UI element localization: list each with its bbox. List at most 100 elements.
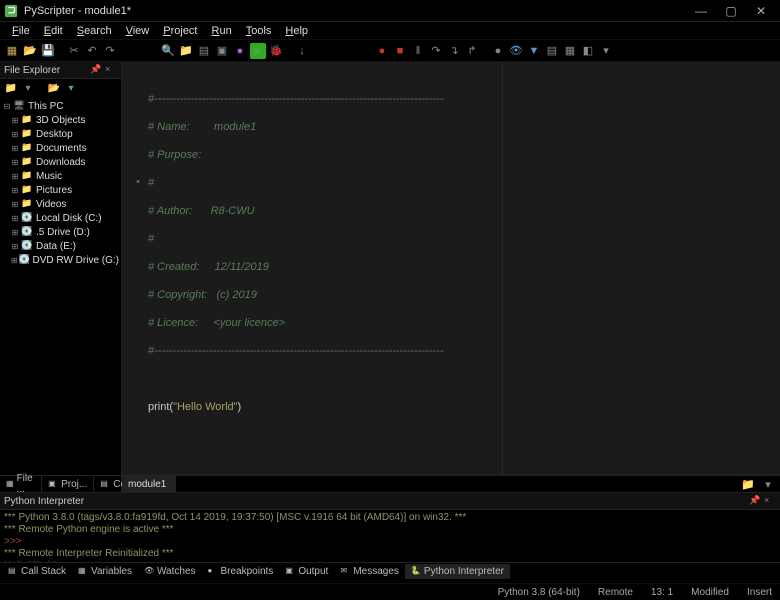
expand-icon[interactable]: ⊞ (10, 116, 20, 125)
expand-icon[interactable]: ⊞ (10, 200, 20, 209)
tab-output[interactable]: ▣Output (279, 564, 334, 579)
fwd-icon[interactable] (38, 81, 44, 95)
globe-icon[interactable]: ● (232, 43, 248, 59)
tree-item[interactable]: ⊞💽Local Disk (C:) (0, 211, 121, 225)
sidebar-tab-file[interactable]: ▦File ... (0, 476, 42, 493)
interpreter-output[interactable]: *** Python 3.8.0 (tags/v3.8.0:fa919fd, O… (0, 510, 780, 562)
step-over-icon[interactable]: ↷ (428, 43, 444, 59)
expand-icon[interactable]: ⊞ (10, 158, 20, 167)
menu-file[interactable]: File (6, 24, 36, 38)
code-editor[interactable]: • #-------------------------------------… (122, 62, 780, 475)
tab-python-interpreter[interactable]: 🐍Python Interpreter (405, 564, 510, 579)
browser-icon[interactable]: 📁 (178, 43, 194, 59)
menu-view[interactable]: View (120, 24, 156, 38)
tree-item[interactable]: ⊞💽DVD RW Drive (G:) (0, 253, 121, 267)
minimize-button[interactable]: — (686, 2, 716, 20)
pause-icon[interactable]: ‖ (410, 43, 426, 59)
config-icon[interactable]: ▤ (196, 43, 212, 59)
tree-item[interactable]: ⊞📁3D Objects (0, 113, 121, 127)
folder-icon: 📁 (20, 198, 34, 210)
expand-icon[interactable]: ⊞ (10, 256, 19, 265)
tree-item[interactable]: ⊞📁Downloads (0, 155, 121, 169)
tab-messages[interactable]: ✉Messages (334, 564, 405, 579)
tree-item[interactable]: ⊞📁Music (0, 169, 121, 183)
folder-icon: 📁 (20, 142, 34, 154)
tree-item[interactable]: ⊞📁Pictures (0, 183, 121, 197)
separator (286, 43, 292, 59)
back-icon[interactable]: 📁 (4, 81, 18, 95)
run-icon[interactable]: ▶ (250, 43, 266, 59)
tree-item[interactable]: ⊞💽Data (E:) (0, 239, 121, 253)
status-remote: Remote (598, 587, 633, 598)
gutter: • (122, 62, 144, 475)
menu-run[interactable]: Run (206, 24, 238, 38)
tree-label: 3D Objects (36, 115, 85, 126)
pin-icon[interactable]: 📌 (90, 64, 102, 76)
expand-icon[interactable]: ⊞ (10, 144, 20, 153)
dropdown-icon[interactable]: ▾ (64, 81, 78, 95)
file-tree[interactable]: ⊟ 🖥 This PC ⊞📁3D Objects⊞📁Desktop⊞📁Docum… (0, 97, 121, 475)
folder-icon: 📁 (20, 170, 34, 182)
list-icon[interactable]: ▤ (544, 43, 560, 59)
folder-select-icon[interactable]: 📂 (47, 81, 61, 95)
watch-icon[interactable]: 👁 (508, 43, 524, 59)
menu-edit[interactable]: Edit (38, 24, 69, 38)
step-icon[interactable]: ↓ (294, 43, 310, 59)
bottom-tabs: ▤Call Stack ▦Variables 👁Watches ●Breakpo… (0, 562, 780, 579)
close-pane-icon[interactable]: × (764, 495, 776, 507)
search-icon[interactable]: 🔍 (160, 43, 176, 59)
expand-icon[interactable]: ⊞ (10, 228, 20, 237)
menu-project[interactable]: Project (157, 24, 203, 38)
separator (120, 43, 126, 59)
tree-item[interactable]: ⊞📁Videos (0, 197, 121, 211)
maximize-button[interactable]: ▢ (716, 2, 746, 20)
tab-folder-icon[interactable]: 📁 (740, 476, 756, 492)
expand-icon[interactable]: ⊞ (10, 242, 20, 251)
pin-icon[interactable]: 📌 (749, 495, 761, 507)
menu-icon[interactable]: ▾ (598, 43, 614, 59)
tab-dropdown-icon[interactable]: ▾ (760, 476, 776, 492)
bp-icon[interactable]: ● (490, 43, 506, 59)
menu-search[interactable]: Search (71, 24, 118, 38)
step-into-icon[interactable]: ↴ (446, 43, 462, 59)
editor-tabs: module1 📁 ▾ (122, 475, 780, 492)
expand-icon[interactable]: ⊞ (10, 186, 20, 195)
step-out-icon[interactable]: ↱ (464, 43, 480, 59)
stop-icon[interactable]: ■ (392, 43, 408, 59)
close-button[interactable]: ✕ (746, 2, 776, 20)
expand-icon[interactable]: ⊞ (10, 214, 20, 223)
save-icon[interactable]: 💾 (40, 43, 56, 59)
tab-call-stack[interactable]: ▤Call Stack (2, 564, 72, 579)
cut-icon[interactable]: ✂ (66, 43, 82, 59)
tree-item[interactable]: ⊞💽.5 Drive (D:) (0, 225, 121, 239)
drive-icon: 💽 (19, 254, 31, 266)
new-file-icon[interactable]: ▦ (4, 43, 20, 59)
undo-icon[interactable]: ↶ (84, 43, 100, 59)
more-icon[interactable]: ◧ (580, 43, 596, 59)
tab-watches[interactable]: 👁Watches (138, 564, 202, 579)
app-icon (4, 4, 18, 18)
grid-icon[interactable]: ▦ (562, 43, 578, 59)
collapse-icon[interactable]: ⊟ (2, 102, 12, 111)
tab-breakpoints[interactable]: ●Breakpoints (202, 564, 280, 579)
tree-item[interactable]: ⊞📁Documents (0, 141, 121, 155)
tree-item[interactable]: ⊞📁Desktop (0, 127, 121, 141)
filter-icon[interactable]: ▼ (526, 43, 542, 59)
window-icon[interactable]: ▣ (214, 43, 230, 59)
editor-tab-module1[interactable]: module1 (122, 476, 176, 493)
expand-icon[interactable]: ⊞ (10, 130, 20, 139)
tree-root[interactable]: ⊟ 🖥 This PC (0, 99, 121, 113)
debug-icon[interactable]: 🐞 (268, 43, 284, 59)
close-pane-icon[interactable]: × (105, 64, 117, 76)
tree-label: Documents (36, 143, 87, 154)
menu-tools[interactable]: Tools (240, 24, 278, 38)
menu-help[interactable]: Help (279, 24, 314, 38)
record-icon[interactable]: ● (374, 43, 390, 59)
open-file-icon[interactable]: 📂 (22, 43, 38, 59)
up-icon[interactable]: ▾ (21, 81, 35, 95)
sidebar-tab-project[interactable]: ▣Proj... (42, 476, 94, 493)
code-content[interactable]: #---------------------------------------… (144, 62, 780, 475)
expand-icon[interactable]: ⊞ (10, 172, 20, 181)
tab-variables[interactable]: ▦Variables (72, 564, 138, 579)
redo-icon[interactable]: ↷ (102, 43, 118, 59)
